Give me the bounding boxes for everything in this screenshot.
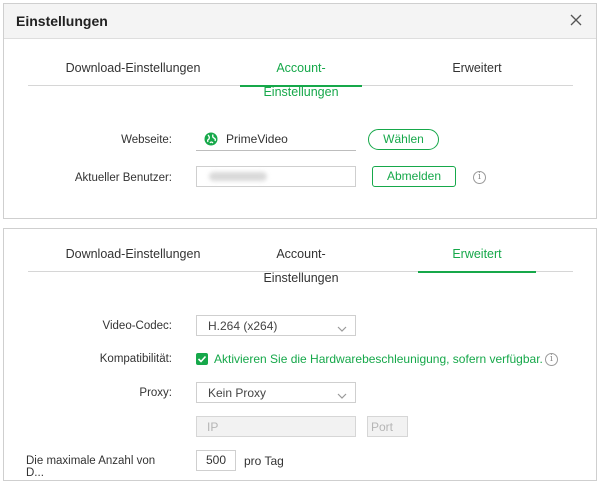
tab-account-settings[interactable]: Account-Einstellungen — [240, 56, 362, 99]
tab-download-settings[interactable]: Download-Einstellungen — [48, 242, 218, 272]
proxy-select[interactable]: Kein Proxy — [196, 382, 356, 403]
check-icon — [197, 355, 207, 363]
website-label: Webseite: — [121, 134, 172, 146]
per-day-label: pro Tag — [244, 454, 284, 468]
chevron-down-icon — [337, 322, 347, 332]
tab-account-settings[interactable]: Account-Einstellungen — [240, 242, 362, 285]
tab-advanced[interactable]: Erweitert — [418, 56, 536, 86]
proxy-value: Kein Proxy — [208, 386, 267, 400]
info-icon[interactable]: i — [545, 353, 558, 366]
max-downloads-input[interactable]: 500 — [196, 450, 236, 471]
proxy-label: Proxy: — [139, 387, 172, 399]
tab-bar: Download-Einstellungen Account-Einstellu… — [28, 56, 573, 99]
info-icon[interactable]: i — [473, 171, 486, 184]
current-user-field — [196, 166, 356, 187]
proxy-ip-placeholder: IP — [207, 420, 219, 434]
settings-dialog-advanced: Download-Einstellungen Account-Einstellu… — [3, 228, 597, 481]
tab-advanced[interactable]: Erweitert — [418, 242, 536, 273]
proxy-port-placeholder: Port — [371, 420, 394, 434]
logout-button[interactable]: Abmelden — [372, 166, 456, 187]
compatibility-label: Kompatibilität: — [99, 353, 172, 365]
current-user-label: Aktueller Benutzer: — [74, 172, 172, 184]
blurred-username — [209, 172, 267, 181]
globe-icon — [204, 132, 218, 146]
dialog-title: Einstellungen — [16, 13, 108, 29]
proxy-port-input[interactable]: Port — [367, 416, 408, 437]
dialog-titlebar: Einstellungen — [4, 4, 596, 39]
video-codec-select[interactable]: H.264 (x264) — [196, 315, 356, 336]
website-field: PrimeVideo — [196, 129, 356, 151]
chevron-down-icon — [337, 389, 347, 399]
hardware-acceleration-checkbox[interactable] — [196, 353, 208, 365]
proxy-ip-input[interactable]: IP — [196, 416, 356, 437]
tab-download-settings[interactable]: Download-Einstellungen — [48, 56, 218, 86]
choose-website-button[interactable]: Wählen — [368, 129, 439, 150]
hardware-acceleration-text[interactable]: Aktivieren Sie die Hardwarebeschleunigun… — [214, 352, 543, 366]
max-downloads-label: Die maximale Anzahl von D... — [26, 455, 156, 479]
close-icon[interactable] — [566, 10, 586, 30]
website-name: PrimeVideo — [226, 132, 288, 146]
settings-dialog-account: Einstellungen Download-Einstellungen Acc… — [3, 3, 597, 219]
video-codec-label: Video-Codec: — [102, 320, 172, 332]
video-codec-value: H.264 (x264) — [208, 319, 278, 333]
tab-bar: Download-Einstellungen Account-Einstellu… — [28, 242, 573, 285]
